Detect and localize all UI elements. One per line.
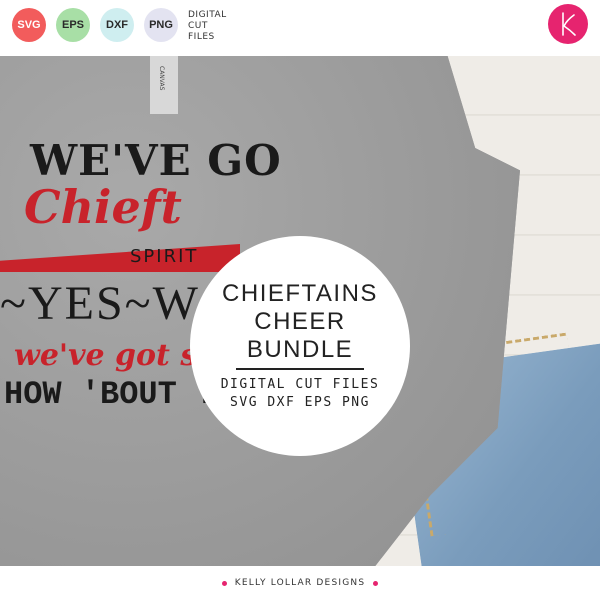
title-line-2: CHEER <box>254 308 346 335</box>
badge-svg: SVG <box>12 8 46 42</box>
title-divider <box>236 368 364 370</box>
digital-cut-files-label: DIGITAL CUT FILES <box>188 10 227 43</box>
shirt-line-spirit: SPIRIT <box>130 246 199 267</box>
brand-logo[interactable] <box>548 4 588 44</box>
title-circle: CHIEFTAINS CHEER BUNDLE DIGITAL CUT FILE… <box>190 236 410 456</box>
shirt-line-weve: WE'VE GO <box>30 136 282 185</box>
shirt-line-chieftains: Chieft <box>24 180 182 234</box>
footer-dot-icon <box>373 580 379 586</box>
footer-dot-icon <box>221 580 227 586</box>
badge-dxf: DXF <box>100 8 134 42</box>
title-line-1: CHIEFTAINS <box>222 280 378 307</box>
shirt-tag-text: CANVAS <box>158 66 165 91</box>
badge-eps: EPS <box>56 8 90 42</box>
subtitle-line-1: DIGITAL CUT FILES <box>220 377 380 392</box>
digital-label-line: CUT <box>188 21 208 31</box>
digital-label-line: DIGITAL <box>188 10 227 20</box>
shirt-line-yes: ~YES~W <box>0 277 200 330</box>
product-photo: CANVAS WE'VE GO Chieft SPIRIT ~YES~W we'… <box>0 56 600 566</box>
badge-png: PNG <box>144 8 178 42</box>
header-bar: SVG EPS DXF PNG DIGITAL CUT FILES <box>0 0 600 56</box>
shirt-line-wegot: we've got s <box>14 338 198 373</box>
subtitle-line-2: SVG DXF EPS PNG <box>230 395 370 410</box>
title-line-3: BUNDLE <box>246 336 354 363</box>
k-monogram-icon <box>562 12 576 36</box>
footer-bar: KELLY LOLLAR DESIGNS <box>0 566 600 600</box>
footer-brand[interactable]: KELLY LOLLAR DESIGNS <box>235 578 365 588</box>
digital-label-line: FILES <box>188 32 215 42</box>
shirt-tag: CANVAS <box>150 56 178 114</box>
